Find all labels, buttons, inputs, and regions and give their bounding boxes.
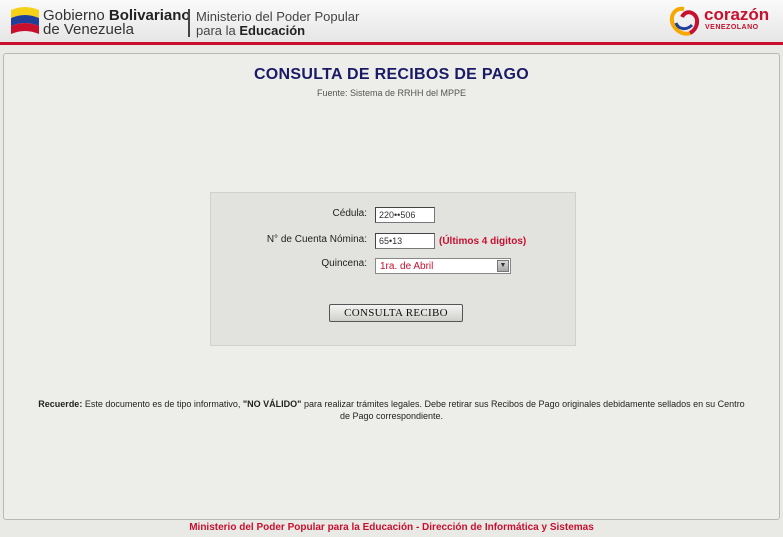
- header-separator: [188, 9, 190, 37]
- main-panel: CONSULTA DE RECIBOS DE PAGO Fuente: Sist…: [3, 53, 780, 520]
- cuenta-nomina-hint: (Últimos 4 digitos): [439, 236, 527, 247]
- header-bar: Gobierno Bolivariano de Venezuela Minist…: [0, 0, 783, 45]
- heart-swirl-icon: [669, 6, 699, 36]
- ministry-name: Ministerio del Poder Popular para la Edu…: [196, 9, 360, 38]
- consulta-recibo-button[interactable]: CONSULTA RECIBO: [329, 304, 463, 322]
- cuenta-nomina-input[interactable]: 65•13: [375, 233, 435, 249]
- cuenta-nomina-label: N° de Cuenta Nómina:: [266, 234, 367, 245]
- government-name: Gobierno Bolivariano de Venezuela: [43, 7, 191, 38]
- quincena-select[interactable]: 1ra. de Abril ▼: [375, 258, 511, 274]
- notice-text: Recuerde: Este documento es de tipo info…: [38, 399, 745, 421]
- logo-subtext: VENEZOLANO: [705, 24, 759, 31]
- cedula-label: Cédula:: [332, 208, 367, 219]
- quincena-selected-value: 1ra. de Abril: [380, 261, 434, 272]
- corazon-venezolano-logo: corazón VENEZOLANO: [664, 3, 776, 39]
- cedula-input[interactable]: 220••506: [375, 207, 435, 223]
- quincena-label: Quincena:: [321, 258, 367, 269]
- logo-text: corazón: [704, 5, 770, 24]
- query-form: Cédula: 220••506 N° de Cuenta Nómina: 65…: [210, 192, 576, 346]
- venezuela-flag-icon: [11, 7, 39, 34]
- page-subtitle: Fuente: Sistema de RRHH del MPPE: [316, 88, 467, 98]
- footer-text: Ministerio del Poder Popular para la Edu…: [189, 522, 594, 533]
- chevron-down-icon[interactable]: ▼: [497, 260, 509, 272]
- page-title: CONSULTA DE RECIBOS DE PAGO: [253, 66, 530, 83]
